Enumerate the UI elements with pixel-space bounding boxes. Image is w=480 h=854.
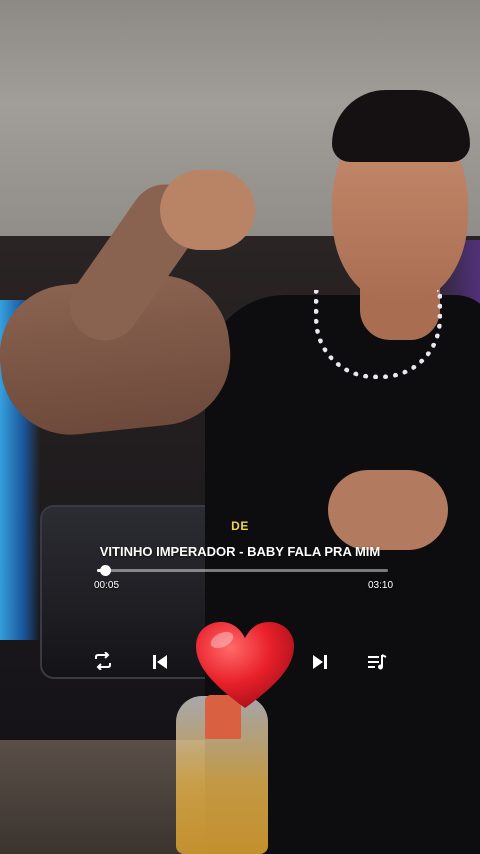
skip-next-icon [313,655,327,669]
repeat-icon [95,652,111,670]
progress-bar[interactable] [97,565,388,576]
music-player-overlay: DE VITINHO IMPERADOR - BABY FALA PRA MIM… [0,0,480,854]
playlist-icon [368,654,387,670]
progress-knob[interactable] [99,565,111,576]
like-button[interactable] [192,618,298,714]
skip-previous-icon [153,655,167,669]
player-label: DE [231,519,249,533]
playlist-button[interactable] [362,647,392,677]
repeat-button[interactable] [88,646,118,676]
song-title: VITINHO IMPERADOR - BABY FALA PRA MIM [99,544,381,559]
heart-icon [196,622,294,708]
total-duration: 03:10 [368,580,394,591]
next-button[interactable] [305,647,335,677]
elapsed-time: 00:05 [94,580,120,591]
previous-button[interactable] [145,647,175,677]
